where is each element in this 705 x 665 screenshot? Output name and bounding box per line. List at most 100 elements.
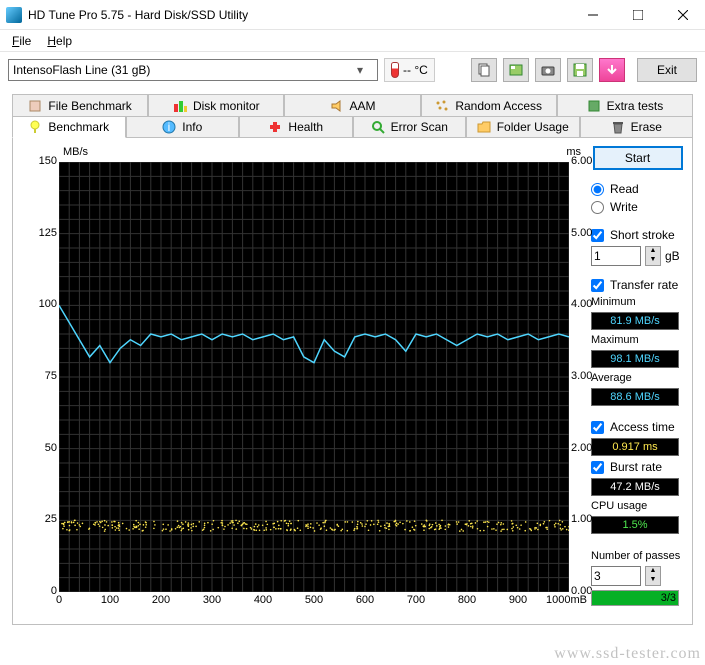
menubar: File Help	[0, 30, 705, 52]
short-stroke-spinner: ▲▼ gB	[591, 246, 684, 266]
maximum-label: Maximum	[591, 334, 684, 346]
screenshot-button[interactable]	[535, 58, 561, 82]
read-radio[interactable]: Read	[591, 182, 684, 196]
copy-screenshot-button[interactable]	[503, 58, 529, 82]
drive-select-value: IntensoFlash Line (31 gB)	[13, 63, 150, 77]
tab-label: Disk monitor	[193, 99, 260, 113]
drive-select[interactable]: IntensoFlash Line (31 gB) ▾	[8, 59, 378, 81]
menu-file[interactable]: File	[4, 32, 39, 50]
x-tick: 700	[406, 594, 426, 606]
health-icon	[268, 120, 282, 134]
tab-label: Error Scan	[391, 120, 448, 134]
info-icon: i	[162, 120, 176, 134]
tab-folder-usage[interactable]: Folder Usage	[466, 116, 580, 138]
app-icon	[6, 7, 22, 23]
tab-info[interactable]: iInfo	[126, 116, 240, 138]
tab-row-1: File Benchmark Disk monitor AAM Random A…	[12, 94, 693, 116]
save-button[interactable]	[567, 58, 593, 82]
tab-container: File Benchmark Disk monitor AAM Random A…	[12, 94, 693, 138]
window-controls	[570, 0, 705, 30]
titlebar: HD Tune Pro 5.75 - Hard Disk/SSD Utility	[0, 0, 705, 30]
aam-icon	[330, 99, 344, 113]
y-right-tick: 2.00	[571, 442, 592, 454]
burst-rate-check[interactable]: Burst rate	[591, 460, 684, 474]
tab-label: Health	[288, 120, 323, 134]
write-radio[interactable]: Write	[591, 200, 684, 214]
tab-benchmark[interactable]: Benchmark	[12, 116, 126, 138]
svg-text:i: i	[168, 120, 171, 134]
maximize-button[interactable]	[615, 0, 660, 30]
tab-label: File Benchmark	[48, 99, 131, 113]
spin-buttons: ▲▼	[645, 246, 661, 266]
copy-info-button[interactable]	[471, 58, 497, 82]
transfer-rate-check[interactable]: Transfer rate	[591, 278, 684, 292]
start-button[interactable]: Start	[593, 146, 683, 170]
benchmark-icon	[28, 120, 42, 134]
unit-label: gB	[665, 249, 680, 263]
tab-label: AAM	[350, 99, 376, 113]
extra-tests-icon	[587, 99, 601, 113]
check-label: Access time	[610, 420, 675, 434]
file-benchmark-icon	[28, 99, 42, 113]
y-left-tick: 25	[35, 513, 57, 525]
options-button[interactable]	[599, 58, 625, 82]
window-title: HD Tune Pro 5.75 - Hard Disk/SSD Utility	[28, 8, 570, 22]
progress-text: 3/3	[661, 591, 676, 605]
num-passes-spinner: ▲▼	[591, 566, 684, 586]
tab-file-benchmark[interactable]: File Benchmark	[12, 94, 148, 116]
x-tick: 800	[457, 594, 477, 606]
erase-icon	[611, 120, 625, 134]
x-tick: 100	[100, 594, 120, 606]
tab-erase[interactable]: Erase	[580, 116, 694, 138]
tab-disk-monitor[interactable]: Disk monitor	[148, 94, 284, 116]
tab-health[interactable]: Health	[239, 116, 353, 138]
tab-aam[interactable]: AAM	[284, 94, 420, 116]
y-left-tick: 100	[35, 298, 57, 310]
check-label: Burst rate	[610, 460, 662, 474]
access-time-check[interactable]: Access time	[591, 420, 684, 434]
x-tick: 200	[151, 594, 171, 606]
spin-up[interactable]: ▲	[646, 247, 660, 256]
tab-random-access[interactable]: Random Access	[421, 94, 557, 116]
radio-label: Read	[610, 182, 639, 196]
menu-help[interactable]: Help	[39, 32, 80, 50]
cpu-usage-label: CPU usage	[591, 500, 684, 512]
burst-rate-value: 47.2 MB/s	[591, 478, 679, 496]
check-label: Transfer rate	[610, 278, 678, 292]
num-passes-input[interactable]	[591, 566, 641, 586]
content-panel: MB/s ms 1000mB 02550751001251500.001.002…	[12, 138, 693, 625]
average-label: Average	[591, 372, 684, 384]
minimize-button[interactable]	[570, 0, 615, 30]
check-label: Short stroke	[610, 228, 675, 242]
minimum-label: Minimum	[591, 296, 684, 308]
y-left-axis-label: MB/s	[63, 146, 88, 158]
y-right-tick: 5.00	[571, 227, 592, 239]
y-left-tick: 125	[35, 227, 57, 239]
toolbar: IntensoFlash Line (31 gB) ▾ -- °C Exit	[0, 52, 705, 88]
tab-error-scan[interactable]: Error Scan	[353, 116, 467, 138]
short-stroke-input[interactable]	[591, 246, 641, 266]
chart-svg	[59, 162, 569, 592]
y-left-tick: 75	[35, 370, 57, 382]
random-access-icon	[435, 99, 449, 113]
y-right-tick: 3.00	[571, 370, 592, 382]
y-left-tick: 50	[35, 442, 57, 454]
tab-extra-tests[interactable]: Extra tests	[557, 94, 693, 116]
short-stroke-check[interactable]: Short stroke	[591, 228, 684, 242]
chart: MB/s ms 1000mB 02550751001251500.001.002…	[21, 146, 581, 616]
num-passes-label: Number of passes	[591, 550, 684, 562]
spin-down[interactable]: ▼	[646, 576, 660, 585]
spin-up[interactable]: ▲	[646, 567, 660, 576]
exit-button[interactable]: Exit	[637, 58, 697, 82]
close-button[interactable]	[660, 0, 705, 30]
progress-bar: 3/3	[591, 590, 679, 606]
spin-down[interactable]: ▼	[646, 256, 660, 265]
maximum-value: 98.1 MB/s	[591, 350, 679, 368]
error-scan-icon	[371, 120, 385, 134]
minimum-value: 81.9 MB/s	[591, 312, 679, 330]
y-left-tick: 150	[35, 155, 57, 167]
tab-label: Folder Usage	[497, 120, 569, 134]
tab-label: Erase	[631, 120, 662, 134]
x-tick: 400	[253, 594, 273, 606]
tab-label: Random Access	[455, 99, 542, 113]
